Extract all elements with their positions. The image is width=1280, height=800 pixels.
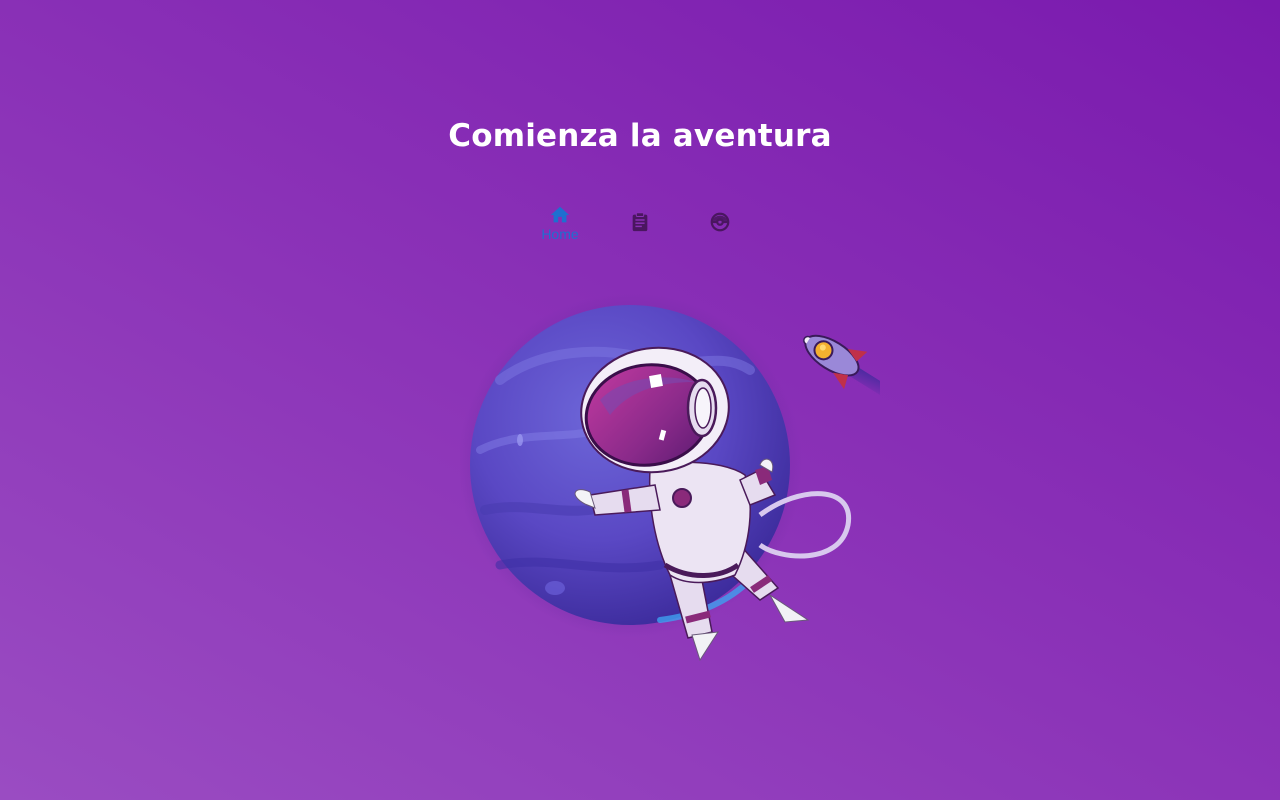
astronaut-illustration: [458, 290, 902, 670]
nav-item-pokeball[interactable]: [680, 200, 760, 246]
nav-item-label: Home: [541, 226, 579, 242]
nav-item-tasks[interactable]: [600, 200, 680, 246]
clipboard-icon: [632, 212, 648, 232]
page-title: Comienza la aventura: [448, 118, 832, 154]
nav-item-home[interactable]: Home: [520, 200, 600, 246]
bottom-nav: Home: [520, 200, 760, 248]
home-icon: [550, 206, 570, 223]
pokeball-icon: [710, 212, 730, 232]
